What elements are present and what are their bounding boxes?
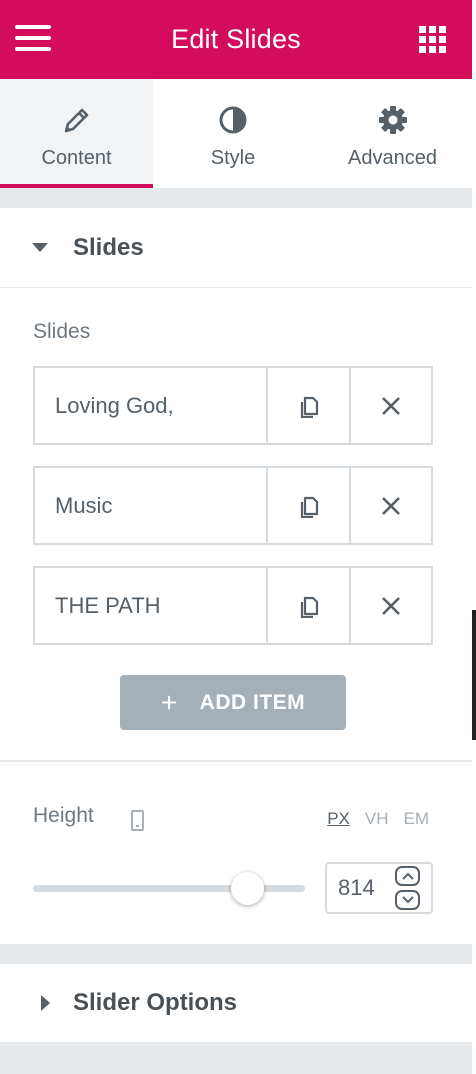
repeater-item: Music (33, 466, 433, 545)
stepper-down-button[interactable] (395, 890, 420, 910)
menu-icon[interactable] (15, 25, 51, 53)
slides-section: Slides Slides Loving God, Music THE PATH… (0, 208, 472, 760)
pencil-icon (62, 105, 92, 135)
height-control: Height PX VH EM 814 (0, 762, 472, 944)
half-circle-icon (218, 105, 248, 135)
gear-icon (378, 105, 408, 135)
widgets-grid-icon[interactable] (419, 26, 446, 53)
copy-icon (300, 596, 318, 618)
remove-button[interactable] (349, 368, 431, 443)
section-title: Slider Options (73, 989, 238, 1016)
height-slider-track[interactable] (33, 872, 305, 905)
stepper (395, 866, 420, 910)
copy-icon (300, 496, 318, 518)
close-icon (382, 396, 401, 415)
slider-options-section: Slider Options (0, 964, 472, 1042)
duplicate-button[interactable] (268, 468, 350, 543)
editor-header: Edit Slides (0, 0, 472, 79)
remove-button[interactable] (349, 568, 431, 643)
add-item-button[interactable]: + ADD ITEM (120, 675, 346, 730)
stepper-up-button[interactable] (395, 866, 420, 886)
caret-right-icon (41, 995, 50, 1011)
panel-title: Edit Slides (171, 24, 301, 54)
copy-icon (300, 396, 318, 418)
repeater-item: THE PATH (33, 566, 433, 645)
unit-em[interactable]: EM (404, 809, 430, 829)
remove-button[interactable] (349, 468, 431, 543)
panel-edge (472, 0, 476, 1074)
mobile-device-icon[interactable] (131, 810, 144, 831)
chevron-down-icon (401, 896, 414, 904)
tab-label: Advanced (348, 147, 437, 169)
height-slider-handle[interactable] (231, 872, 265, 905)
slides-section-header[interactable]: Slides (0, 208, 472, 288)
duplicate-button[interactable] (268, 568, 350, 643)
tab-style[interactable]: Style (153, 79, 313, 188)
height-label: Height (33, 804, 94, 827)
height-number-input[interactable]: 814 (325, 862, 433, 914)
slider-options-header[interactable]: Slider Options (0, 964, 472, 1042)
unit-vh[interactable]: VH (365, 809, 389, 829)
slides-field-label: Slides (33, 320, 91, 343)
repeater-item-title[interactable]: THE PATH (35, 568, 268, 643)
tab-label: Content (41, 147, 112, 169)
unit-px[interactable]: PX (327, 809, 350, 829)
plus-icon: + (160, 686, 178, 718)
close-icon (382, 496, 401, 515)
tab-content[interactable]: Content (0, 79, 153, 188)
panel-tabs: Content Style Advanced (0, 79, 472, 188)
repeater-item-title[interactable]: Loving God, (35, 368, 268, 443)
tab-advanced[interactable]: Advanced (313, 79, 472, 188)
tab-label: Style (210, 147, 256, 169)
chevron-up-icon (401, 872, 414, 880)
repeater-item-title[interactable]: Music (35, 468, 268, 543)
duplicate-button[interactable] (268, 368, 350, 443)
add-item-label: ADD ITEM (199, 690, 306, 714)
caret-down-icon (32, 243, 48, 252)
height-value[interactable]: 814 (327, 875, 395, 901)
repeater-item: Loving God, (33, 366, 433, 445)
section-title: Slides (73, 233, 144, 261)
close-icon (382, 596, 401, 615)
unit-switcher: PX VH EM (327, 809, 429, 829)
